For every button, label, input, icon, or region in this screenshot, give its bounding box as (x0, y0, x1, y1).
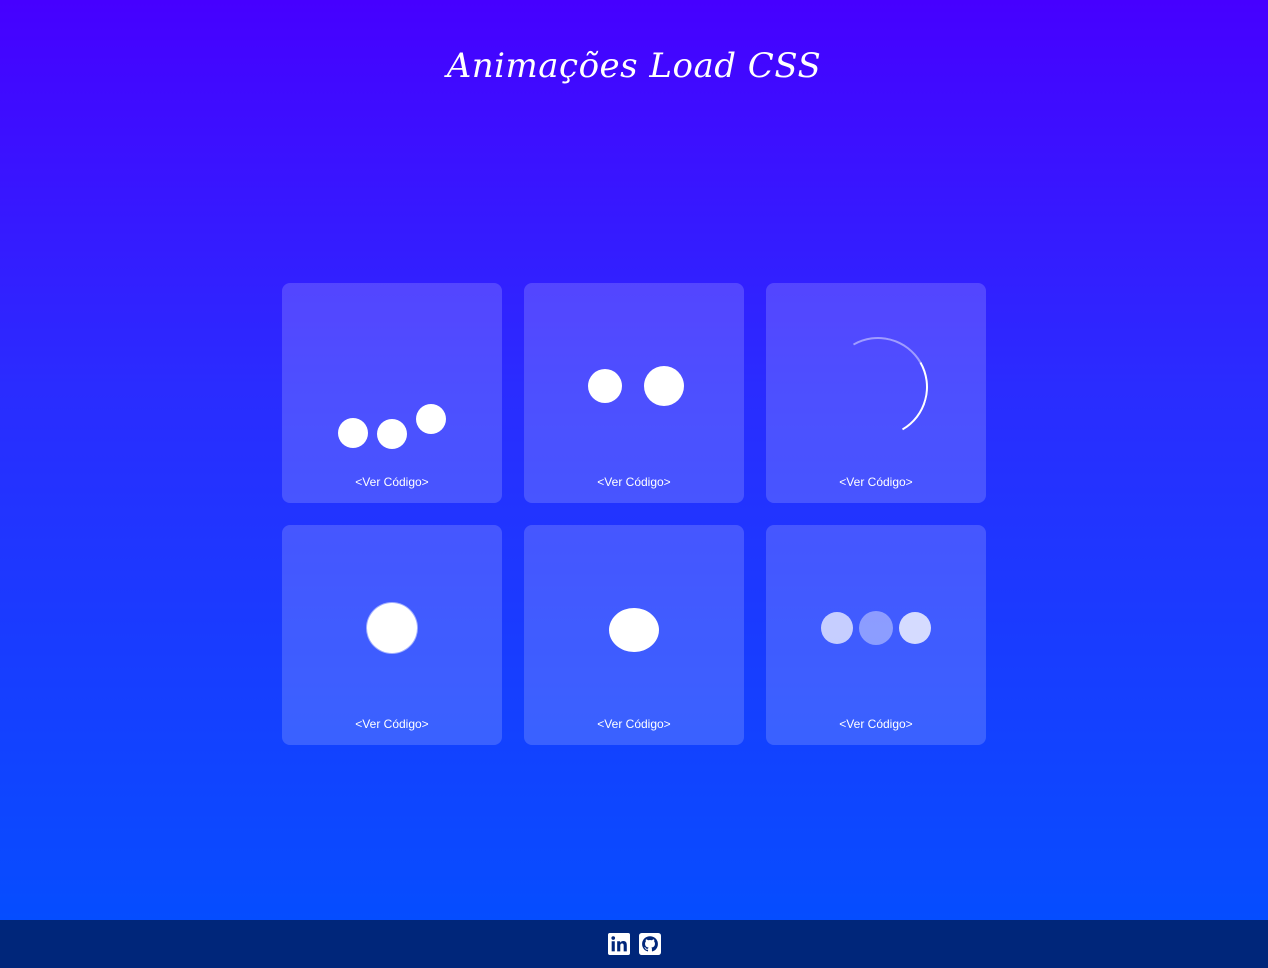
animation-card-pulse-circle: <Ver Código> (282, 525, 502, 745)
view-code-link[interactable]: <Ver Código> (282, 475, 502, 489)
view-code-link[interactable]: <Ver Código> (524, 717, 744, 731)
dot-3 (899, 612, 931, 644)
two-dots-animation (524, 283, 744, 503)
pulse-circle (367, 603, 417, 653)
animation-card-bouncing-dots: <Ver Código> (282, 283, 502, 503)
dot-3 (416, 404, 446, 434)
animation-grid: <Ver Código> <Ver Código> <Ver Código> <… (282, 283, 986, 745)
view-code-link[interactable]: <Ver Código> (282, 717, 502, 731)
morph-ellipse-animation (524, 525, 744, 745)
dot-1 (588, 369, 622, 403)
github-icon[interactable] (638, 933, 661, 955)
animation-card-morph-ellipse: <Ver Código> (524, 525, 744, 745)
spinner-arc (816, 325, 940, 449)
page-title: Animações Load CSS (446, 46, 822, 86)
animation-card-fading-dots: <Ver Código> (766, 525, 986, 745)
pulse-circle-animation (282, 525, 502, 745)
animation-card-two-dots: <Ver Código> (524, 283, 744, 503)
fading-dots-animation (766, 525, 986, 745)
animation-card-spinner-arc: <Ver Código> (766, 283, 986, 503)
morph-ellipse (609, 608, 659, 652)
dot-2 (644, 366, 684, 406)
dot-1 (338, 418, 368, 448)
spinner-arc-animation (766, 283, 986, 503)
view-code-link[interactable]: <Ver Código> (766, 717, 986, 731)
dot-2 (859, 611, 893, 645)
linkedin-icon[interactable] (607, 933, 630, 955)
view-code-link[interactable]: <Ver Código> (524, 475, 744, 489)
dot-1 (821, 612, 853, 644)
view-code-link[interactable]: <Ver Código> (766, 475, 986, 489)
bouncing-dots-animation (282, 283, 502, 503)
dot-2 (377, 419, 407, 449)
footer (0, 920, 1268, 968)
